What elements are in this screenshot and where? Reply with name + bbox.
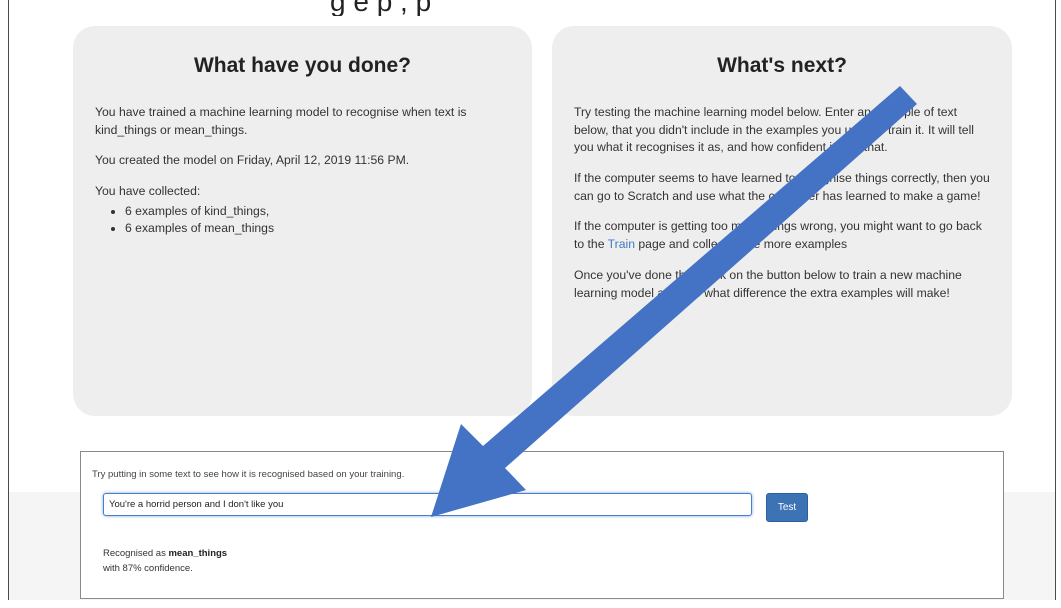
testing-instructions: Try testing the machine learning model b…: [574, 105, 974, 155]
list-item: 6 examples of mean_things: [125, 220, 510, 238]
recognition-result: Recognised as mean_things with 87% confi…: [103, 547, 227, 576]
what-have-you-done-panel: What have you done? You have trained a m…: [73, 26, 532, 416]
retrain-text-end: page and collect some more examples: [635, 237, 848, 252]
retrain-instructions: If the computer is getting too many thin…: [574, 218, 990, 253]
test-text-input[interactable]: [103, 493, 752, 516]
test-button[interactable]: Test: [766, 493, 808, 522]
model-description: You have trained a machine learning mode…: [95, 105, 467, 137]
model-created-date: You created the model on Friday, April 1…: [95, 153, 410, 168]
train-page-link[interactable]: Train: [608, 237, 635, 251]
result-label: mean_things: [168, 548, 228, 559]
whats-next-panel: What's next? Try testing the machine lea…: [552, 26, 1012, 416]
panel-title: What's next?: [717, 54, 847, 77]
examples-list: 6 examples of kind_things, 6 examples of…: [95, 203, 510, 238]
result-prefix: Recognised as: [103, 548, 169, 559]
confidence-text: with 87% confidence.: [103, 562, 193, 574]
test-model-box: Try putting in some text to see how it i…: [80, 451, 1004, 599]
scratch-instructions: If the computer seems to have learned to…: [574, 171, 990, 203]
panel-title: What have you done?: [193, 54, 411, 77]
collected-label: You have collected:: [95, 184, 201, 199]
list-item: 6 examples of kind_things,: [125, 203, 510, 221]
train-new-model-instructions: Once you've done that, click on the butt…: [574, 267, 962, 300]
test-prompt: Try putting in some text to see how it i…: [92, 469, 405, 480]
slide-caption: g e p , p: [330, 0, 432, 16]
